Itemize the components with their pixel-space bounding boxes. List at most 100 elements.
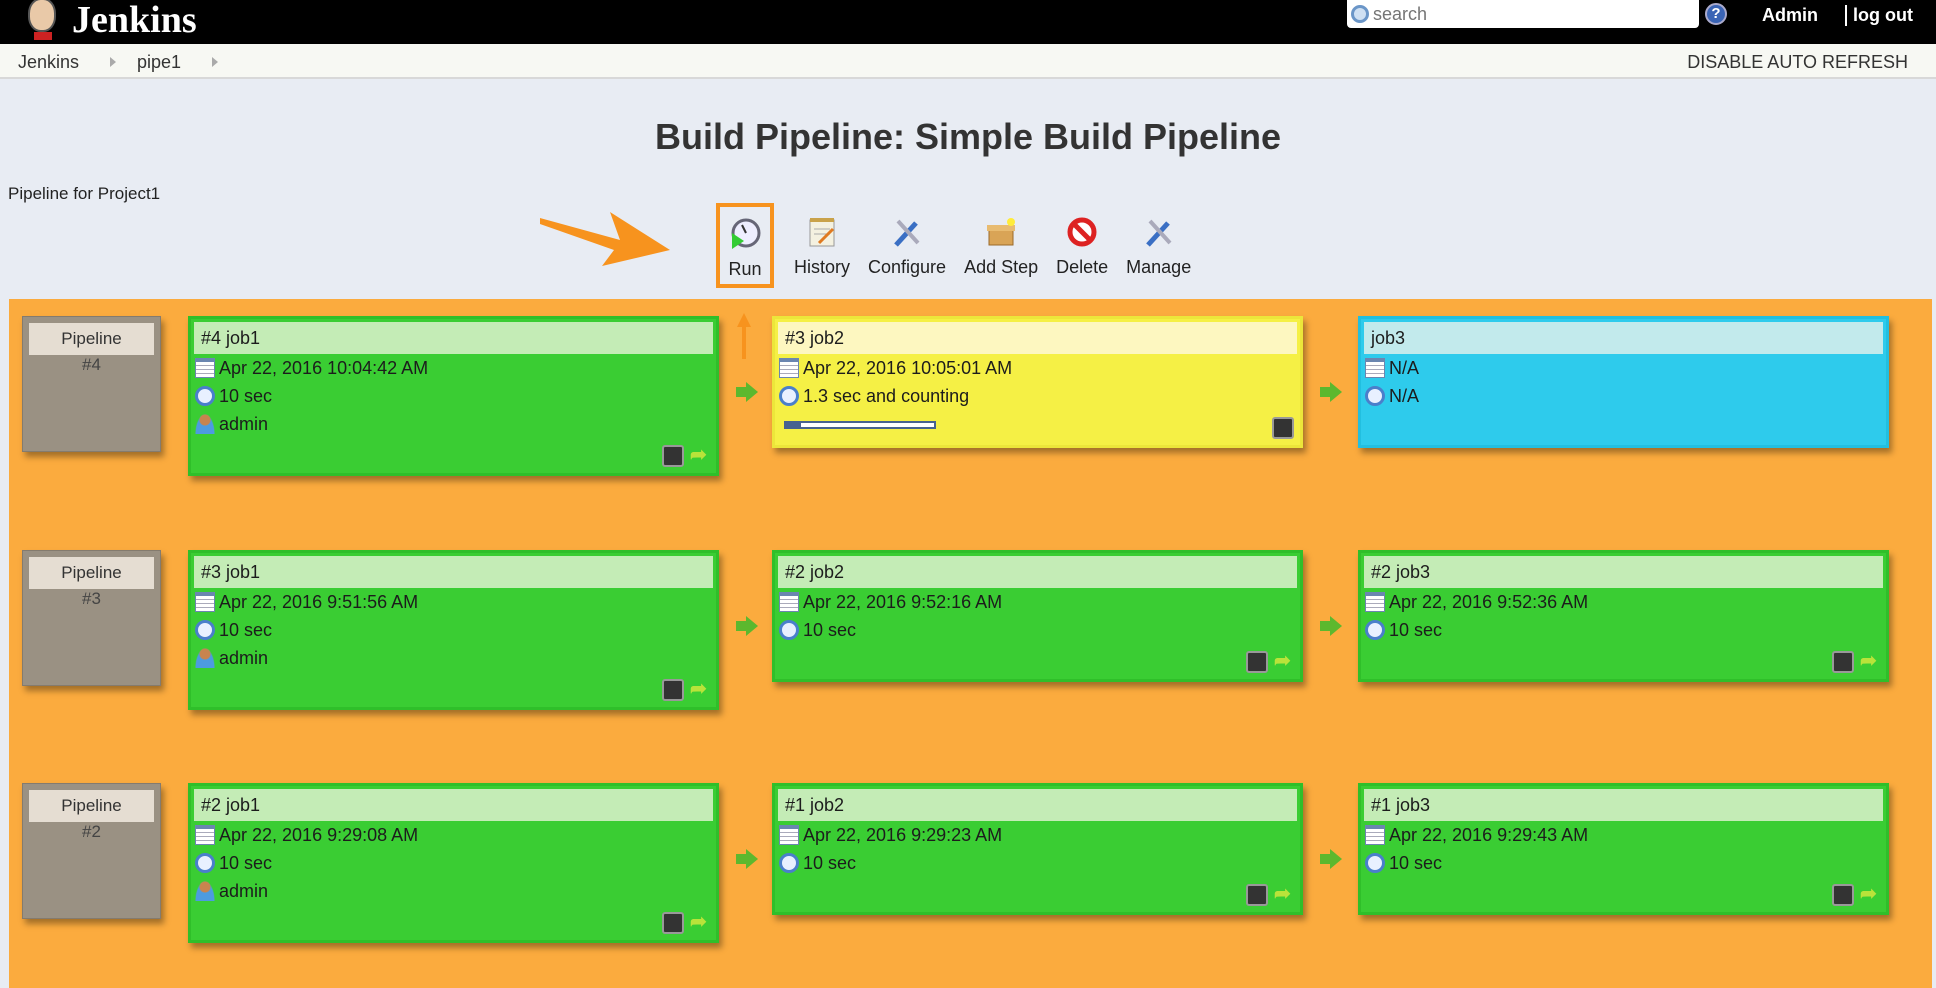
calendar-icon — [1365, 358, 1385, 378]
breadcrumb-pipe1[interactable]: pipe1 — [137, 52, 181, 73]
job-card[interactable]: job3 N/A N/A — [1358, 316, 1889, 448]
job-title[interactable]: #4 job1 — [194, 322, 713, 354]
console-output-icon[interactable] — [1246, 651, 1268, 673]
pipeline-number: #4 — [82, 355, 101, 374]
breadcrumb-jenkins[interactable]: Jenkins — [18, 52, 79, 73]
jenkins-logo[interactable]: Jenkins — [20, 0, 197, 44]
chevron-right-icon[interactable] — [212, 57, 218, 67]
job-duration: 10 sec — [803, 852, 857, 873]
job-duration: 10 sec — [219, 852, 273, 873]
build-progress-bar — [784, 421, 936, 429]
manage-label: Manage — [1126, 257, 1192, 277]
pipeline-run-0[interactable]: Pipeline #4 — [22, 316, 161, 452]
job-card[interactable]: #3 job2 Apr 22, 2016 10:05:01 AM 1.3 sec… — [772, 316, 1303, 448]
delete-label: Delete — [1056, 257, 1109, 277]
delete-button[interactable]: Delete — [1056, 203, 1108, 288]
rebuild-arrow-icon[interactable]: ➦ — [1274, 651, 1294, 671]
disable-auto-refresh-link[interactable]: DISABLE AUTO REFRESH — [1687, 52, 1908, 73]
flow-arrow-right-icon — [736, 849, 758, 869]
run-button[interactable]: Run — [716, 203, 774, 288]
rebuild-arrow-icon[interactable]: ➦ — [1274, 884, 1294, 904]
job-date: Apr 22, 2016 9:52:36 AM — [1389, 591, 1589, 612]
configure-button[interactable]: Configure — [868, 203, 946, 288]
job-duration: 10 sec — [803, 619, 857, 640]
job-title[interactable]: #2 job2 — [778, 556, 1297, 588]
help-icon[interactable]: ? — [1705, 3, 1727, 25]
console-output-icon[interactable] — [1272, 417, 1294, 439]
alarm-clock-icon — [195, 386, 215, 406]
alarm-clock-icon — [1365, 620, 1385, 640]
annotation-arrow — [540, 212, 670, 266]
job-date: Apr 22, 2016 9:29:23 AM — [803, 824, 1003, 845]
job-date: Apr 22, 2016 9:52:16 AM — [803, 591, 1003, 612]
add-step-button[interactable]: Add Step — [964, 203, 1038, 288]
pipeline-label: Pipeline — [29, 790, 154, 822]
job-card[interactable]: #2 job1 Apr 22, 2016 9:29:08 AM 10 sec ad… — [188, 783, 719, 943]
manage-button[interactable]: Manage — [1126, 203, 1191, 288]
job-duration: 10 sec — [1389, 619, 1443, 640]
pipeline-run-2[interactable]: Pipeline #2 — [22, 783, 161, 919]
job-title[interactable]: #2 job3 — [1364, 556, 1883, 588]
user-icon — [195, 648, 215, 668]
job-title[interactable]: #2 job1 — [194, 789, 713, 821]
console-output-icon[interactable] — [662, 445, 684, 467]
job-duration: N/A — [1389, 385, 1420, 406]
search-box[interactable] — [1347, 0, 1699, 28]
job-title[interactable]: job3 — [1364, 322, 1883, 354]
pipeline-run-1[interactable]: Pipeline #3 — [22, 550, 161, 686]
trigger-arrow-up-icon — [737, 313, 751, 359]
chevron-right-icon[interactable] — [110, 57, 116, 67]
job-title[interactable]: #1 job2 — [778, 789, 1297, 821]
rebuild-arrow-icon[interactable]: ➦ — [1860, 884, 1880, 904]
rebuild-arrow-icon[interactable]: ➦ — [690, 679, 710, 699]
pipeline-label: Pipeline — [29, 323, 154, 355]
rebuild-arrow-icon[interactable]: ➦ — [1860, 651, 1880, 671]
run-label: Run — [728, 259, 762, 279]
calendar-icon — [195, 358, 215, 378]
page-title: Build Pipeline: Simple Build Pipeline — [654, 116, 1282, 157]
job-card[interactable]: #3 job1 Apr 22, 2016 9:51:56 AM 10 sec ad… — [188, 550, 719, 710]
calendar-icon — [779, 592, 799, 612]
console-output-icon[interactable] — [1246, 884, 1268, 906]
job-card[interactable]: #1 job2 Apr 22, 2016 9:29:23 AM 10 sec ➦ — [772, 783, 1303, 915]
logout-link[interactable]: log out — [1845, 5, 1913, 26]
job-duration: 10 sec — [1389, 852, 1443, 873]
console-output-icon[interactable] — [1832, 884, 1854, 906]
calendar-icon — [195, 825, 215, 845]
history-button[interactable]: History — [794, 203, 850, 288]
search-input[interactable] — [1373, 3, 1673, 25]
user-icon — [195, 414, 215, 434]
job-user: admin — [219, 880, 269, 901]
tools-icon — [1145, 219, 1172, 247]
job-title[interactable]: #1 job3 — [1364, 789, 1883, 821]
rebuild-arrow-icon[interactable]: ➦ — [690, 912, 710, 932]
calendar-icon — [195, 592, 215, 612]
job-card[interactable]: #1 job3 Apr 22, 2016 9:29:43 AM 10 sec ➦ — [1358, 783, 1889, 915]
job-card[interactable]: #2 job3 Apr 22, 2016 9:52:36 AM 10 sec ➦ — [1358, 550, 1889, 682]
user-link[interactable]: Admin — [1762, 5, 1818, 26]
console-output-icon[interactable] — [662, 679, 684, 701]
user-icon — [195, 881, 215, 901]
console-output-icon[interactable] — [662, 912, 684, 934]
job-title[interactable]: #3 job2 — [778, 322, 1297, 354]
jenkins-butler-icon — [20, 0, 64, 44]
history-label: History — [794, 257, 851, 277]
job-title[interactable]: #3 job1 — [194, 556, 713, 588]
add-step-label: Add Step — [964, 257, 1039, 277]
console-output-icon[interactable] — [1832, 651, 1854, 673]
job-date: Apr 22, 2016 10:05:01 AM — [803, 357, 1013, 378]
rebuild-arrow-icon[interactable]: ➦ — [690, 445, 710, 465]
flow-arrow-right-icon — [1320, 616, 1342, 636]
job-date: Apr 22, 2016 9:51:56 AM — [219, 591, 419, 612]
no-entry-icon — [1067, 217, 1097, 247]
alarm-clock-icon — [779, 386, 799, 406]
alarm-clock-icon — [195, 620, 215, 640]
job-card[interactable]: #2 job2 Apr 22, 2016 9:52:16 AM 10 sec ➦ — [772, 550, 1303, 682]
job-duration: 10 sec — [219, 385, 273, 406]
tools-icon — [894, 219, 920, 247]
flow-arrow-right-icon — [1320, 849, 1342, 869]
job-card[interactable]: #4 job1 Apr 22, 2016 10:04:42 AM 10 sec a… — [188, 316, 719, 476]
package-icon — [987, 218, 1016, 246]
pipeline-label: Pipeline — [29, 557, 154, 589]
run-clock-icon — [731, 218, 761, 249]
